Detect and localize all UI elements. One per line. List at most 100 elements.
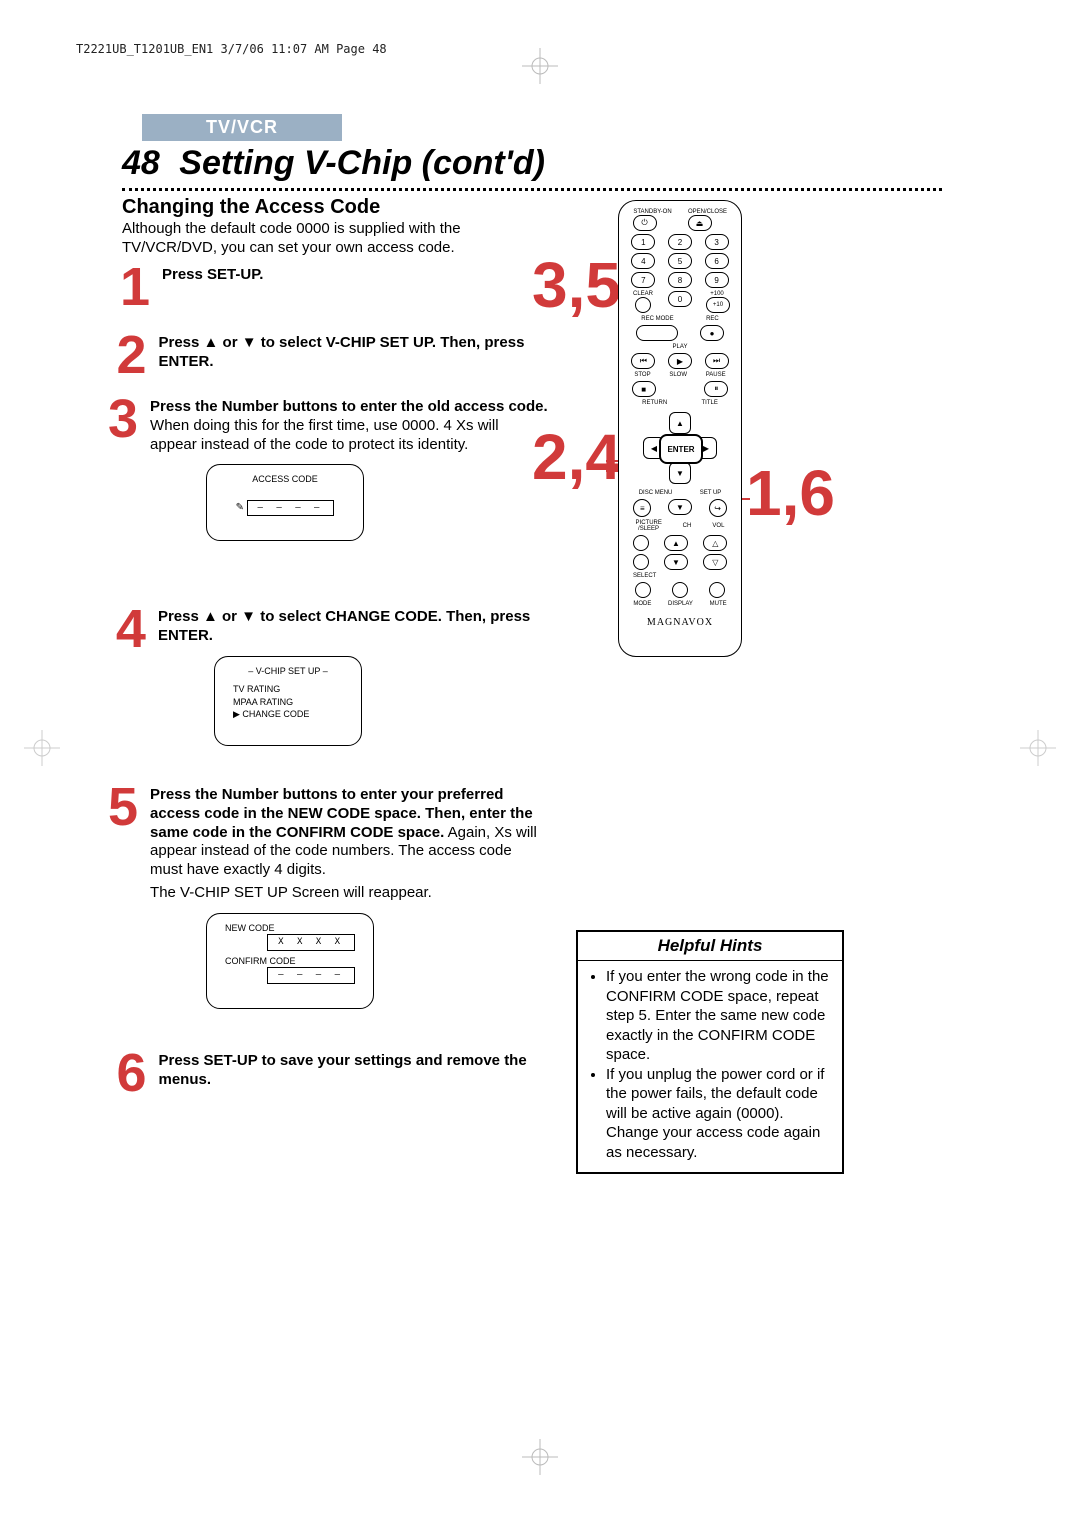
label: DISPLAY <box>668 601 693 607</box>
recmode-button <box>636 325 678 341</box>
osd-title: – V-CHIP SET UP – <box>233 665 343 678</box>
num-button: 2 <box>668 234 692 250</box>
osd-value: – – – – <box>247 500 335 517</box>
step-number: 5 <box>108 776 138 838</box>
callout-2-4: 2,4 <box>532 420 621 494</box>
title-underline <box>122 188 942 191</box>
step-number: 2 <box>108 324 146 386</box>
osd-new-code: NEW CODE X X X X CONFIRM CODE – – – – <box>206 913 374 1009</box>
osd-item: ▶ CHANGE CODE <box>233 708 343 721</box>
num-button: 3 <box>705 234 729 250</box>
dpad-down: ▼ <box>669 462 691 484</box>
step-number: 4 <box>108 598 146 660</box>
discmenu-button: ≡ <box>633 499 651 517</box>
select-button <box>633 554 649 570</box>
callout-3-5: 3,5 <box>532 248 621 322</box>
align-mark-right <box>1020 730 1056 771</box>
num-button: 1 <box>631 234 655 250</box>
picture-button <box>633 535 649 551</box>
label: STOP <box>634 372 650 378</box>
dpad: ▲ ▼ ◀ ▶ ENTER <box>619 412 741 484</box>
label: SET UP <box>700 490 722 496</box>
step-1: 1 Press SET-UP. <box>108 256 548 318</box>
osd-item: MPAA RATING <box>233 696 343 709</box>
ch-down-button: ▼ <box>664 554 688 570</box>
step-6: 6 Press SET-UP to save your settings and… <box>108 1042 548 1104</box>
label: DISC MENU <box>639 490 673 496</box>
label: TITLE <box>701 400 717 406</box>
mute-button <box>709 582 725 598</box>
label: PAUSE <box>706 372 726 378</box>
step-number: 1 <box>108 256 150 318</box>
page-title-row: 48 Setting V-Chip (cont'd) <box>122 144 545 183</box>
label: RETURN <box>642 400 667 406</box>
num-button: 5 <box>668 253 692 269</box>
osd-item: TV RATING <box>233 683 343 696</box>
print-header: T2221UB_T1201UB_EN1 3/7/06 11:07 AM Page… <box>76 42 387 56</box>
num-button: 8 <box>668 272 692 288</box>
label: +100 <box>706 291 728 297</box>
rec-button: ● <box>700 325 724 341</box>
step-bold: Press ▲ or ▼ to select V-CHIP SET UP. Th… <box>158 334 524 370</box>
vol-up-button: △ <box>703 535 727 551</box>
osd-value: – – – – <box>267 967 355 984</box>
plus10-button: +10 <box>706 297 730 313</box>
openclose-button: ⏏ <box>688 215 712 231</box>
osd-vchip-menu: – V-CHIP SET UP – TV RATING MPAA RATING … <box>214 656 362 746</box>
step-number: 6 <box>108 1042 147 1104</box>
display-button <box>672 582 688 598</box>
dpad-down-2: ▼ <box>668 499 692 515</box>
section-badge: TV/VCR <box>142 114 342 141</box>
hint-item: If you unplug the power cord or if the p… <box>606 1065 832 1163</box>
helpful-hints-box: Helpful Hints If you enter the wrong cod… <box>576 930 844 1174</box>
osd-title: ACCESS CODE <box>225 473 345 486</box>
step-4: 4 Press ▲ or ▼ to select CHANGE CODE. Th… <box>108 598 548 746</box>
remote-brand: MAGNAVOX <box>619 617 741 628</box>
setup-button: ↪ <box>709 499 727 517</box>
num-button: 6 <box>705 253 729 269</box>
crop-mark-bottom <box>522 1439 558 1480</box>
enter-button: ENTER <box>659 434 703 464</box>
hint-item: If you enter the wrong code in the CONFI… <box>606 967 832 1065</box>
label: PICTURE /SLEEP <box>636 520 662 532</box>
step-2: 2 Press ▲ or ▼ to select V-CHIP SET UP. … <box>108 324 548 386</box>
step-bold: Press SET-UP. <box>162 266 263 283</box>
num-button: 4 <box>631 253 655 269</box>
hints-title: Helpful Hints <box>578 932 842 961</box>
step-bold: Press ▲ or ▼ to select CHANGE CODE. Then… <box>158 608 530 644</box>
step-bold: Press SET-UP to save your settings and r… <box>159 1052 527 1088</box>
mode-button <box>635 582 651 598</box>
clear-button <box>635 297 651 313</box>
num-button: 7 <box>631 272 655 288</box>
vol-down-button: ▽ <box>703 554 727 570</box>
step-5: 5 Press the Number buttons to enter your… <box>108 776 548 1009</box>
stop-button: ■ <box>632 381 656 397</box>
step-bold: Press the Number buttons to enter the ol… <box>150 398 548 415</box>
page-number: 48 <box>122 144 160 182</box>
intro-text: Although the default code 0000 is suppli… <box>122 220 482 258</box>
hints-body: If you enter the wrong code in the CONFI… <box>578 961 842 1172</box>
ff-button: ⏭ <box>705 353 729 369</box>
label: PLAY <box>673 344 688 350</box>
page-title: Setting V-Chip (cont'd) <box>179 144 545 182</box>
label: SLOW <box>669 372 687 378</box>
remote-control-diagram: STANDBY-ON⏻ OPEN/CLOSE⏏ 1 2 3 4 5 6 7 8 … <box>618 200 742 657</box>
label: REC <box>706 316 719 322</box>
ch-up-button: ▲ <box>664 535 688 551</box>
osd-label: NEW CODE <box>225 922 355 935</box>
label: REC MODE <box>641 316 673 322</box>
play-button: ▶ <box>668 353 692 369</box>
osd-value: X X X X <box>267 934 355 951</box>
label: MUTE <box>710 601 727 607</box>
osd-label: CONFIRM CODE <box>225 955 355 968</box>
step-3: 3 Press the Number buttons to enter the … <box>108 388 548 541</box>
osd-access-code: ACCESS CODE ✎ – – – – <box>206 464 364 541</box>
rew-button: ⏮ <box>631 353 655 369</box>
standby-button: ⏻ <box>633 215 657 231</box>
callout-1-6: 1,6 <box>746 456 835 530</box>
crop-mark-top <box>522 48 558 89</box>
label: MODE <box>633 601 651 607</box>
label: STANDBY-ON <box>633 209 673 215</box>
pause-button: ⏸ <box>704 381 728 397</box>
label: CH <box>683 523 692 529</box>
